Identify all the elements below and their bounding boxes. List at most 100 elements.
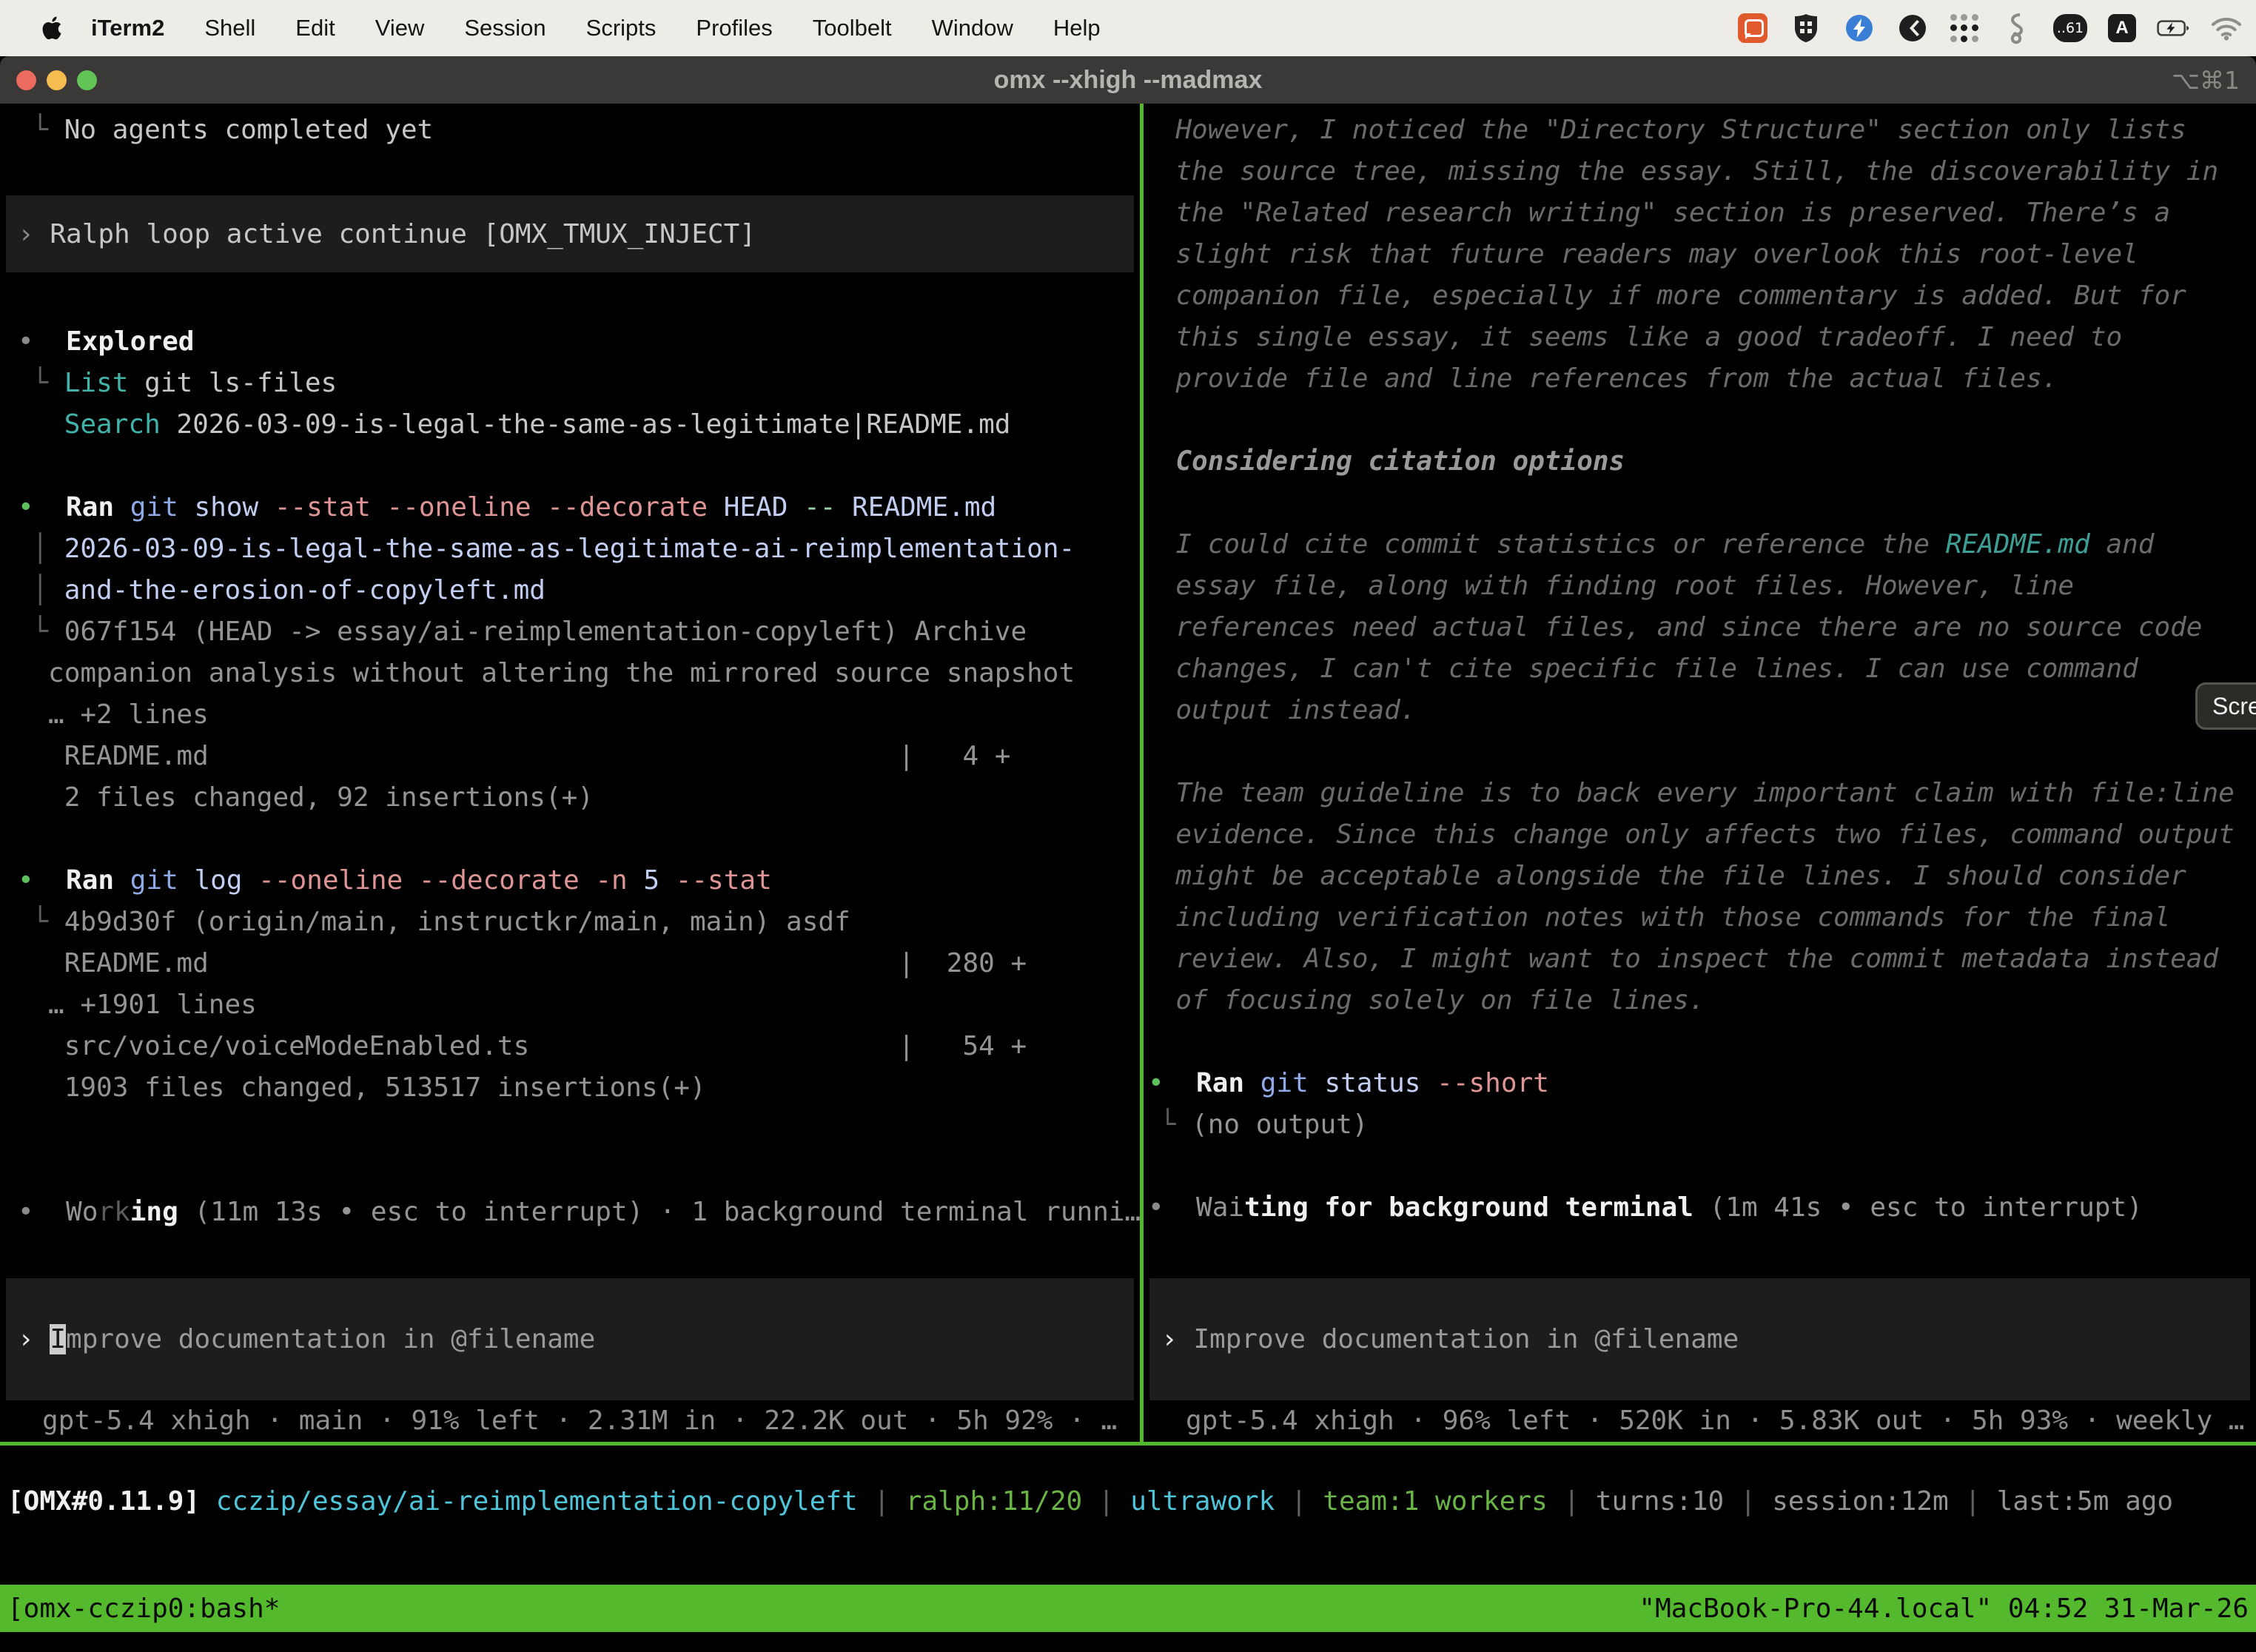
text-segment: --decorate (403, 865, 579, 896)
screen-indicator-button[interactable]: Scre (2195, 682, 2256, 730)
text-segment: └ (32, 368, 64, 398)
left-terminal-pane[interactable]: └ No agents completed yet › Ralph loop a… (0, 104, 1140, 1442)
menu-item-help[interactable]: Help (1033, 15, 1121, 41)
menu-item-profiles[interactable]: Profiles (676, 15, 792, 41)
menu-items: iTerm2ShellEditViewSessionScriptsProfile… (71, 15, 1121, 41)
menu-item-session[interactable]: Session (444, 15, 565, 41)
window-shortcut-badge: ⌥⌘1 (2172, 66, 2256, 95)
indent (1144, 944, 1175, 974)
indent (1144, 115, 1175, 145)
text-segment: └ (32, 907, 64, 937)
menu-item-edit[interactable]: Edit (275, 15, 355, 41)
menu-item-view[interactable]: View (355, 15, 445, 41)
chat-app-icon[interactable] (1736, 12, 1769, 44)
indent (0, 741, 64, 771)
terminal-line: • Ran git show --stat --oneline --decora… (0, 487, 1140, 528)
indent (1144, 156, 1175, 187)
indent (1144, 902, 1175, 933)
terminal-line (1144, 483, 2256, 524)
terminal-line: • Working (11m 13s • esc to interrupt) ·… (0, 1192, 1140, 1233)
text-segment: | (858, 1486, 906, 1517)
text-segment: slight risk that future readers may over… (1175, 239, 2138, 269)
prompt-chevron: › (18, 1324, 50, 1354)
text-segment: (11m 13s • esc to interrupt) · 1 backgro… (178, 1197, 1140, 1227)
indent (0, 1031, 64, 1061)
left-prompt-input[interactable]: › Improve documentation in @filename (6, 1278, 1134, 1400)
text-segment: this single essay, it seems like a good … (1175, 322, 2122, 352)
terminal-line: Search 2026-03-09-is-legal-the-same-as-l… (0, 404, 1140, 446)
shield-grid-icon[interactable] (1790, 12, 1822, 44)
indent (1144, 322, 1175, 352)
text-segment: of focusing solely on file lines. (1175, 985, 1705, 1015)
menu-item-window[interactable]: Window (912, 15, 1033, 41)
indent (1144, 529, 1175, 560)
menu-item-iterm2[interactable]: iTerm2 (71, 15, 184, 41)
text-segment: ing (130, 1197, 178, 1227)
text-segment: turns:10 (1596, 1486, 1724, 1517)
dark-crescent-icon[interactable] (1896, 12, 1929, 44)
text-segment: └ (1160, 1109, 1192, 1140)
tmux-session-label: [omx-cczip0:bash* (7, 1594, 280, 1624)
omx-status-region: [OMX#0.11.9] cczip/essay/ai-reimplementa… (0, 1446, 2256, 1585)
text-segment: essay file, along with finding root file… (1175, 571, 2074, 601)
indent (0, 409, 64, 440)
text-segment: The team guideline is to back every impo… (1175, 778, 2234, 808)
indent (1144, 612, 1175, 642)
text-segment: and (2090, 529, 2155, 560)
terminal-line: │ and-the-erosion-of-copyleft.md (0, 570, 1140, 611)
left-lines-top: └ No agents completed yet (0, 110, 1140, 151)
wifi-icon[interactable] (2210, 12, 2243, 44)
text-segment: the "Related research writing" section i… (1175, 198, 2170, 228)
menu-bar: iTerm2ShellEditViewSessionScriptsProfile… (0, 0, 2256, 56)
terminal-line: changes, I can't cite specific file line… (1144, 648, 2256, 690)
text-segment: output instead. (1175, 695, 1416, 725)
text-segment: and-the-erosion-of-copyleft.md (64, 575, 545, 605)
text-segment: team:1 workers (1323, 1486, 1547, 1517)
text-segment: --stat (659, 865, 772, 896)
text-segment: review. Also, I might want to inspect th… (1175, 944, 2218, 974)
text-segment: › (18, 219, 50, 249)
terminal-line: companion analysis without altering the … (0, 653, 1140, 694)
omx-status-line: [OMX#0.11.9] cczip/essay/ai-reimplementa… (0, 1481, 2256, 1522)
tmux-host-clock: "MacBook-Pro-44.local" 04:52 31-Mar-26 (1639, 1594, 2249, 1624)
terminal-line: The team guideline is to back every impo… (1144, 773, 2256, 814)
menu-item-toolbelt[interactable]: Toolbelt (793, 15, 912, 41)
terminal-line: • Ran git log --oneline --decorate -n 5 … (0, 860, 1140, 901)
menu-item-shell[interactable]: Shell (184, 15, 275, 41)
text-segment: • (18, 1197, 66, 1227)
terminal-line (0, 1150, 1140, 1192)
terminal-line: • Explored (0, 321, 1140, 363)
indent (1144, 571, 1175, 601)
indent (0, 1072, 64, 1103)
dots-grid-icon[interactable] (1950, 13, 1979, 43)
prompt-chevron: › (1161, 1324, 1193, 1354)
right-terminal-pane[interactable]: However, I noticed the "Directory Struct… (1144, 104, 2256, 1442)
right-prompt-input[interactable]: › Improve documentation in @filename (1149, 1278, 2250, 1400)
indent (0, 534, 32, 564)
terminal-line: output instead. (1144, 690, 2256, 731)
terminal-line: provide file and line references from th… (1144, 358, 2256, 400)
text-segment: cczip/essay/ai-reimplementation-copyleft (216, 1486, 858, 1517)
text-segment: git (1244, 1068, 1309, 1098)
text-segment: | (1275, 1486, 1323, 1517)
terminal-line: 1903 files changed, 513517 insertions(+) (0, 1067, 1140, 1109)
terminal-line: slight risk that future readers may over… (1144, 234, 2256, 275)
indent (1144, 819, 1175, 850)
terminal-line: • Ran git status --short (1144, 1063, 2256, 1104)
indent (0, 617, 32, 647)
text-segment: git (114, 865, 178, 896)
timer-badge-icon[interactable]: ..61 (2053, 14, 2087, 42)
text-segment: --short (1420, 1068, 1548, 1098)
battery-icon[interactable] (2157, 12, 2189, 44)
terminal-line: └ (no output) (1144, 1104, 2256, 1146)
a-app-icon[interactable]: A (2108, 14, 2136, 42)
terminal-line: └ List git ls-files (0, 363, 1140, 404)
blue-badge-icon[interactable] (1843, 12, 1876, 44)
menu-item-scripts[interactable]: Scripts (566, 15, 677, 41)
text-segment: Explored (66, 326, 194, 357)
squiggle-icon[interactable] (2000, 12, 2032, 44)
apple-menu-icon[interactable] (41, 15, 64, 41)
text-segment: the source tree, missing the essay. Stil… (1175, 156, 2218, 187)
indent (1144, 1109, 1160, 1140)
text-segment: README.md (1946, 529, 2090, 560)
